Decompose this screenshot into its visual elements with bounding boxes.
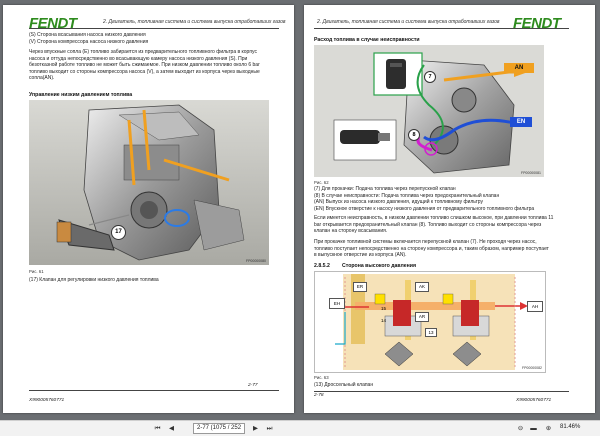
document-code: X990005760771 [516, 398, 552, 403]
footer-rule [314, 391, 569, 392]
pump-photo-illustration [29, 100, 269, 265]
previous-page-button[interactable]: ◀ [166, 423, 177, 434]
last-page-button[interactable]: ⏭ [264, 423, 275, 434]
page-number: 2-77 [248, 383, 258, 388]
page-number-field[interactable]: 2-77 (1075 / 252 [193, 423, 246, 434]
paragraph-line: клапан на сторону всасывания. [314, 228, 388, 235]
pump-photo: 17 FP00000080 [29, 100, 269, 265]
section-title: Сторона высокого давления [342, 263, 417, 269]
fendt-logo: FENDT [513, 15, 561, 32]
paragraph-line: Через впускные сопла (E) топливо забирае… [29, 49, 257, 55]
paragraph-line: При прокачке топливной системы включаетс… [314, 239, 537, 245]
high-pressure-schematic [335, 274, 528, 370]
first-page-button[interactable]: ⏮ [152, 423, 163, 434]
label-en: EN [510, 117, 532, 127]
figure-legend: (7) Для прокачки: Подача топлива через п… [314, 186, 534, 212]
figure-code: FP00000080 [245, 259, 266, 263]
page-number: 2-78 [314, 393, 324, 398]
label-ak: AK [415, 282, 429, 292]
paragraph-line: топливо поступает непосредственно на сто… [314, 245, 549, 252]
legend-line: (V) Сторона компрессора насоса низкого д… [29, 38, 149, 45]
figure-label: Рис. 61 [29, 269, 44, 274]
zoom-slider-icon[interactable]: ▬ [528, 423, 539, 434]
callout-17: 17 [111, 225, 126, 240]
paragraph-line: Если имеется неисправность, в низком дав… [314, 215, 554, 221]
section-title: Расход топлива в случае неисправности [314, 37, 420, 43]
section-number: 2.8.5.2 [314, 263, 330, 269]
label-13: 13 [425, 328, 437, 337]
legend-line: (7) Для прокачки: Подача топлива через п… [314, 186, 456, 192]
left-page: FENDT 2. Двигатель, топливная система и … [3, 5, 294, 413]
figure-code: FP00000081 [520, 171, 541, 175]
figure-code: FP00000082 [521, 366, 542, 370]
figure-label: Рис. 62 [314, 180, 329, 185]
figure-legend: (17) Клапан для регулировки низкого давл… [29, 277, 159, 283]
zoom-level: 81.46% [560, 424, 581, 430]
zoom-in-icon[interactable]: ⊕ [543, 423, 554, 434]
paragraph-line: безотказной работе топливо не может быть… [29, 62, 260, 69]
header-rule [314, 28, 569, 29]
body-paragraph: Если имеется неисправность, в низком дав… [314, 215, 584, 235]
paragraph-line: топливо выходит со стороны компрессора н… [29, 68, 260, 75]
legend-line: (AN) Выпуск из насоса низкого давления, … [314, 199, 484, 206]
legend-line: (S) Сторона всасывания насоса низкого да… [29, 32, 146, 38]
label-15: 15 [381, 306, 387, 311]
header-rule [29, 28, 279, 29]
label-ar: AR [415, 312, 429, 322]
callout-8: 8 [408, 129, 420, 141]
callout-7: 7 [424, 71, 436, 83]
label-an: AN [504, 63, 534, 73]
legend-block: (S) Сторона всасывания насоса низкого да… [29, 32, 148, 45]
zoom-out-icon[interactable]: ⊖ [515, 423, 526, 434]
footer-rule [29, 390, 279, 391]
right-page: 2. Двигатель, топливная система и систем… [304, 5, 595, 413]
label-ah: AH [527, 301, 543, 312]
viewer-toolbar: ⏮ ◀ 2-77 (1075 / 252 ▶ ⏭ ⊖ ▬ ⊕ 81.46% [0, 420, 600, 436]
document-code: X990005760771 [29, 398, 65, 403]
page-header: 2. Двигатель, топливная система и систем… [103, 19, 286, 25]
section-title: Управление низким давлением топлива [29, 92, 133, 98]
body-paragraph: Через впускные сопла (E) топливо забирае… [29, 49, 284, 82]
paragraph-line: сопла(AN). [29, 75, 55, 82]
label-14: 14 [381, 318, 387, 323]
figure-legend: (13) Дроссельный клапан [314, 382, 374, 388]
body-paragraph: При прокачке топливной системы включаетс… [314, 239, 584, 259]
fendt-logo: FENDT [29, 15, 77, 32]
legend-line: (EN) Впускное отверстие к насосу низкого… [314, 205, 535, 212]
paragraph-line: в выпускное отверстие из корпуса (AN). [314, 252, 407, 259]
document-viewport[interactable]: FENDT 2. Двигатель, топливная система и … [0, 0, 600, 420]
page-header: 2. Двигатель, топливная система и систем… [317, 19, 500, 25]
figure-label: Рис. 63 [314, 375, 329, 380]
label-er: ER [353, 282, 367, 292]
label-eh: EH [329, 298, 345, 309]
paragraph-line: bar открывается предохранительный клапан… [314, 221, 542, 228]
high-pressure-diagram: EH ER AK AR AH 15 14 13 FP00000082 [314, 271, 546, 373]
fuel-flow-photo: AN EN 7 8 FP00000081 [314, 45, 544, 177]
next-page-button[interactable]: ▶ [250, 423, 261, 434]
